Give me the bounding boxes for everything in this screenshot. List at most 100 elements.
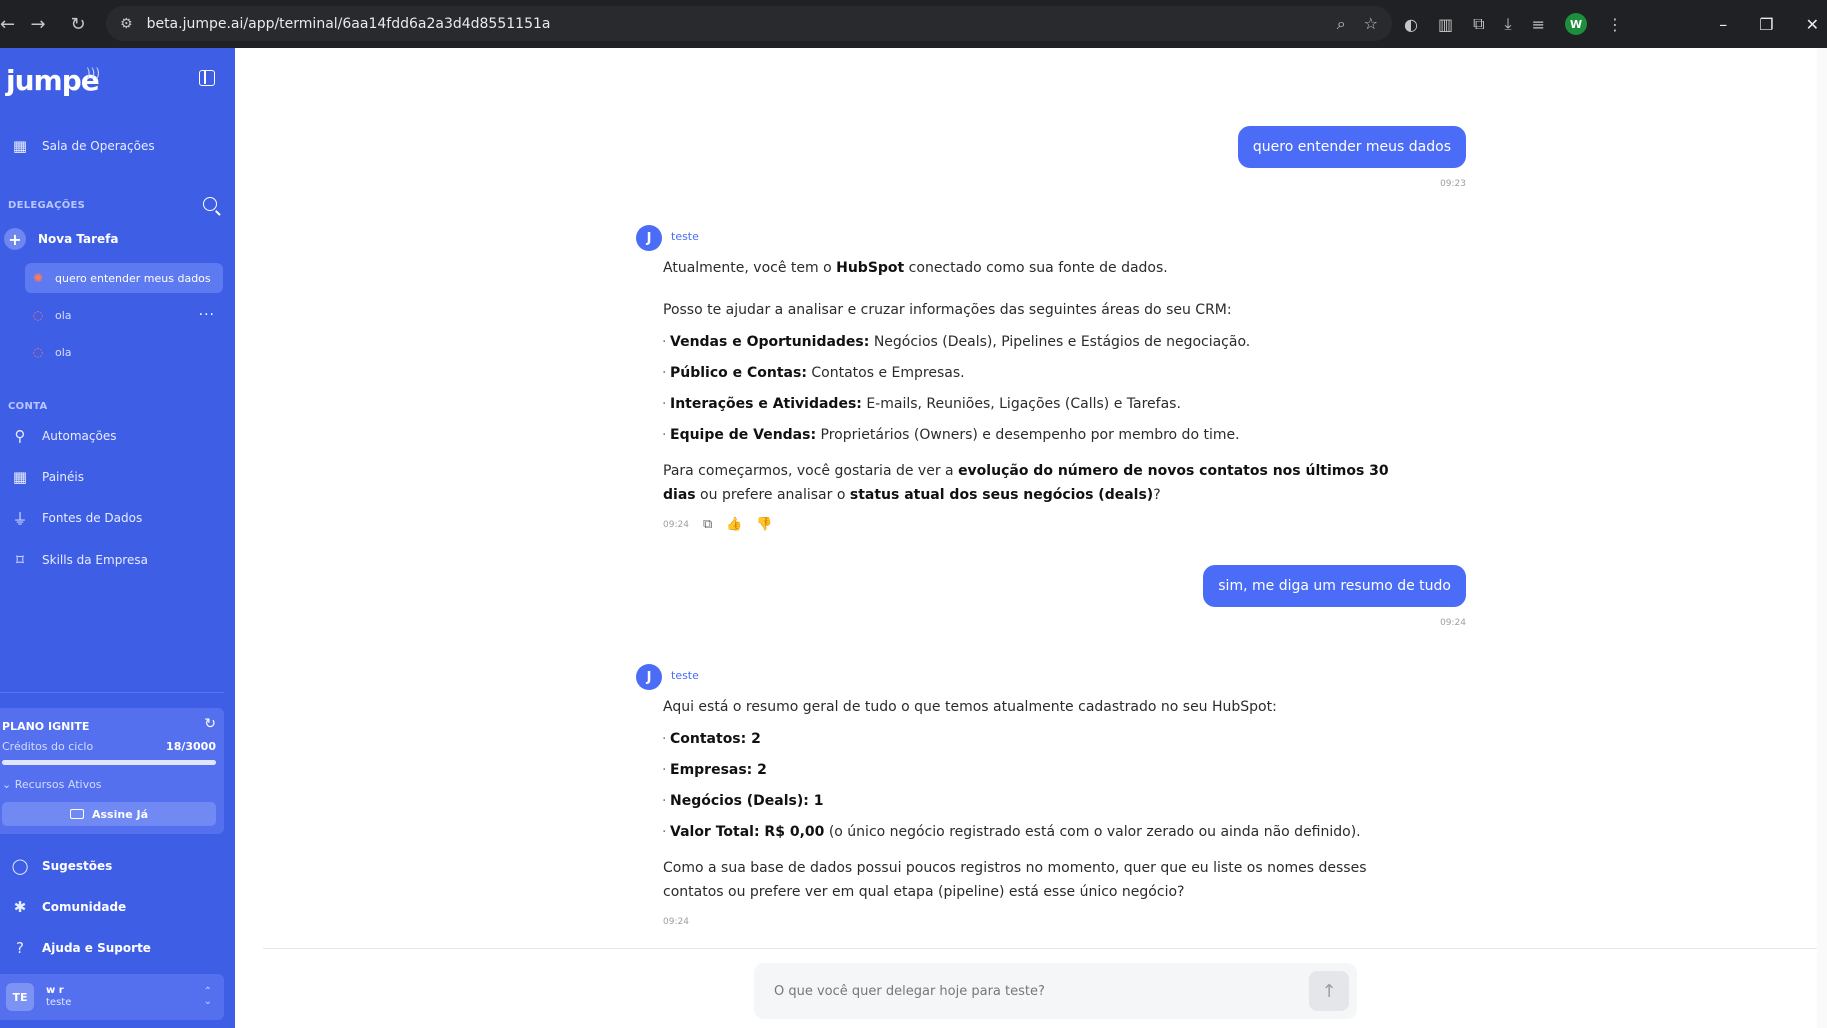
message-input[interactable] [774,983,1274,999]
message-time: 09:24 [663,519,689,530]
download-icon[interactable]: ⤓ [1505,14,1512,34]
media-icon[interactable]: ≡ [1532,15,1545,34]
dashboard-icon: ▦ [12,468,28,486]
assistant-name: teste [671,669,699,682]
site-settings-icon[interactable]: ⚙ [120,16,133,32]
credits-label: Créditos do ciclo [2,740,94,753]
url-text: beta.jumpe.ai/app/terminal/6aa14fdd6a2a3… [146,15,551,32]
list-item: Interações e Atividades: E-mails, Reuniõ… [662,396,1181,412]
assistant-paragraph: Atualmente, você tem o HubSpot conectado… [663,260,1168,276]
loading-icon: ◌ [32,345,44,359]
forward-icon[interactable]: → [18,0,58,48]
account-label: CONTA [8,401,48,412]
sidebar-item-automations[interactable]: ⚲ Automações [0,426,117,446]
message-time: 09:24 [663,917,689,927]
slack-icon: ✱ [13,898,27,916]
assistant-paragraph: Como a sua base de dados possui poucos r… [663,860,1367,900]
scrollbar[interactable] [1817,48,1827,1028]
assistant-paragraph: Para começarmos, você gostaria de ver a … [663,463,1389,503]
credits-progress-fill [2,760,216,765]
new-task-button[interactable]: + Nova Tarefa [4,228,119,250]
logo[interactable]: jumpe [6,64,100,97]
arrow-up-icon: ↑ [1321,980,1337,1002]
task-item[interactable]: ◌ ola [25,337,223,367]
plan-title: PLANO IGNITE [2,720,90,733]
user-message: quero entender meus dados [1237,126,1466,168]
bookmark-icon: ⌑ [16,551,24,569]
list-item: Negócios (Deals): 1 [662,793,824,809]
minimize-icon[interactable]: – [1719,15,1727,34]
assistant-paragraph: Posso te ajudar a analisar e cruzar info… [663,302,1232,318]
delegations-label: DELEGAÇÕES [8,200,86,211]
plug-icon: ⏚ [12,509,28,528]
user-name: w r [46,985,64,996]
task-item[interactable]: ◌ ola ··· [25,300,223,330]
avatar: TE [6,983,34,1011]
sidebar-item-skills[interactable]: ⌑ Skills da Empresa [0,550,148,570]
back-icon[interactable]: ← [0,0,18,48]
grid-icon: ▦ [12,137,28,155]
sidebar-item-community[interactable]: ✱ Comunidade [0,897,126,917]
browser-toolbar: ← → ↻ ⚙ beta.jumpe.ai/app/terminal/6aa14… [0,0,1827,48]
user-message: sim, me diga um resumo de tudo [1203,565,1466,607]
assistant-name: teste [671,230,699,243]
message-time: 09:23 [1440,179,1466,189]
list-item: Empresas: 2 [662,762,767,778]
message-actions: 09:24 ⧉ 👍 👎 [663,517,773,532]
sidebar-item-data-sources[interactable]: ⏚ Fontes de Dados [0,508,142,528]
list-item: Valor Total: R$ 0,00 (o único negócio re… [662,824,1361,840]
assistant-paragraph: Aqui está o resumo geral de tudo o que t… [663,699,1277,715]
refresh-icon[interactable]: ↻ [204,716,216,732]
extension-icon[interactable]: ▥ [1438,15,1453,34]
credits-progress-bar [2,760,216,765]
sidebar-collapse-icon[interactable] [199,70,215,86]
loading-icon: ◌ [32,308,44,322]
task-item[interactable]: ✺ quero entender meus dados [25,263,223,293]
restore-icon[interactable]: ❐ [1759,15,1773,34]
composer-divider [263,948,1827,949]
bookmark-star-icon[interactable]: ☆ [1364,14,1378,34]
message-time: 09:24 [1440,618,1466,628]
credit-card-icon [69,809,84,819]
send-button[interactable]: ↑ [1309,971,1349,1011]
list-item: Público e Contas: Contatos e Empresas. [662,365,965,381]
chevron-updown-icon: ⌃ ⌄ [203,986,212,1007]
list-item: Contatos: 2 [662,731,761,747]
assistant-avatar: J [636,664,662,690]
address-bar[interactable]: ⚙ beta.jumpe.ai/app/terminal/6aa14fdd6a2… [106,6,1392,41]
extension-icon[interactable]: ◐ [1404,15,1418,34]
sidebar-item-operations[interactable]: ▦ Sala de Operações [0,136,155,156]
puzzle-icon[interactable]: ⧉ [1473,14,1484,34]
thumbs-down-icon[interactable]: 👎 [756,517,772,532]
subscribe-button[interactable]: Assine Já [2,802,216,826]
sidebar: jumpe ))) ▦ Sala de Operações DELEGAÇÕES… [0,48,235,1028]
chat-icon: ◯ [11,857,29,875]
logo-wave-icon: ))) [86,66,101,80]
chat-area: quero entender meus dados 09:23 J teste … [235,48,1827,1028]
profile-avatar[interactable]: W [1565,13,1588,35]
search-icon[interactable] [203,197,217,211]
active-resources-toggle[interactable]: ⌄ Recursos Ativos [2,778,102,791]
sidebar-divider [0,692,224,693]
more-icon[interactable]: ··· [199,307,215,323]
composer: ↑ [754,963,1357,1019]
user-menu[interactable]: TE w r teste ⌃ ⌄ [0,974,224,1020]
chevron-down-icon: ⌄ [2,778,12,791]
menu-icon[interactable]: ⋮ [1607,15,1623,34]
list-item: Vendas e Oportunidades: Negócios (Deals)… [662,334,1250,350]
sidebar-item-help[interactable]: ? Ajuda e Suporte [0,938,151,958]
help-icon: ? [16,939,24,957]
thumbs-up-icon[interactable]: 👍 [726,517,742,532]
credits-value: 18/3000 [166,740,216,753]
copy-icon[interactable]: ⧉ [703,517,712,532]
assistant-avatar: J [636,225,662,251]
sidebar-item-suggestions[interactable]: ◯ Sugestões [0,856,113,876]
zoom-icon[interactable]: ⌕ [1337,14,1346,34]
close-icon[interactable]: ✕ [1806,15,1819,34]
flow-icon: ⚲ [14,427,26,445]
hubspot-icon: ✺ [32,271,44,285]
workspace-name: teste [46,997,72,1008]
sidebar-item-dashboards[interactable]: ▦ Painéis [0,467,84,487]
reload-icon[interactable]: ↻ [58,0,98,48]
list-item: Equipe de Vendas: Proprietários (Owners)… [662,427,1240,443]
